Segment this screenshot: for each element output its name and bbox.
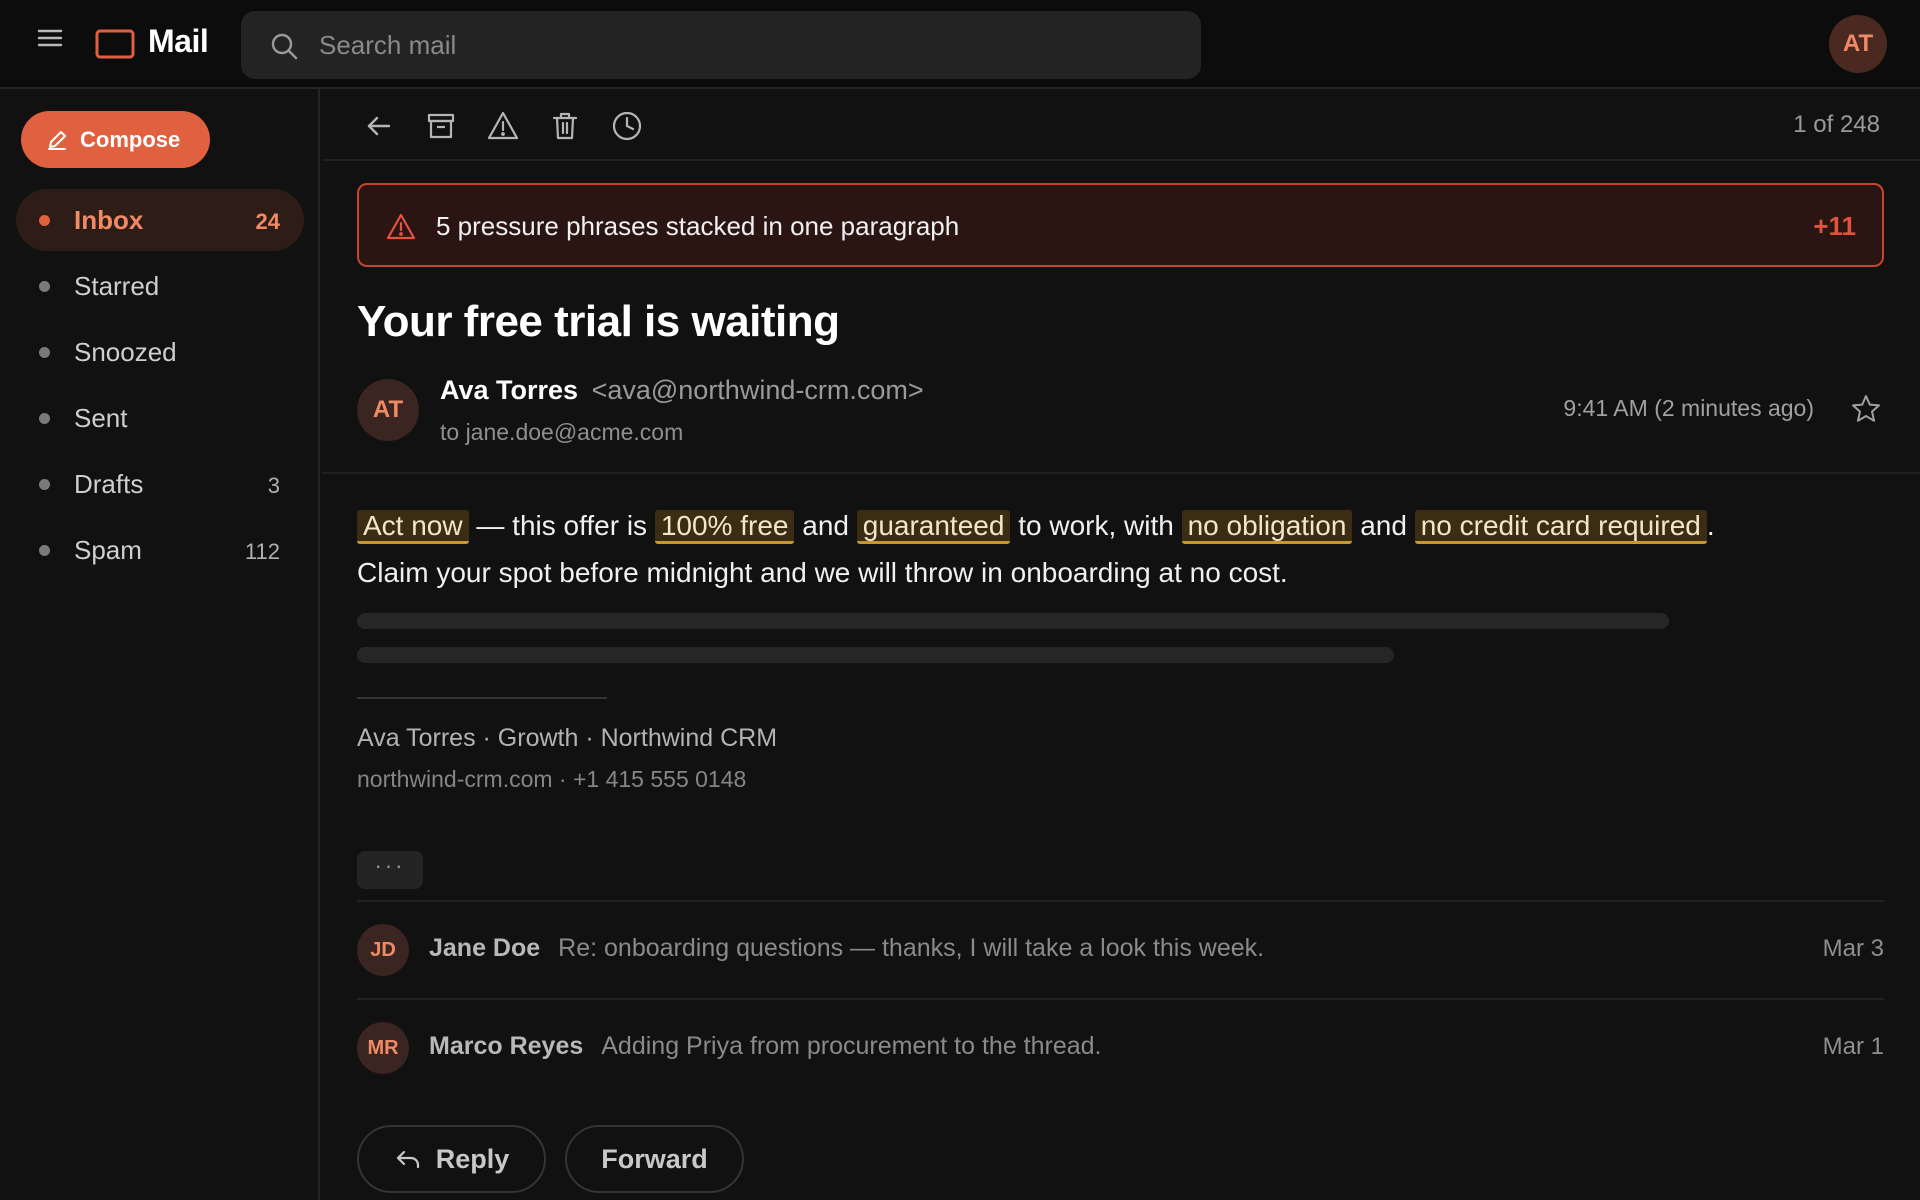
pagination-text: 1 of 248 <box>1793 111 1880 138</box>
thread-sender: Jane Doe <box>429 934 541 962</box>
thread-message[interactable]: JD Jane Doe Re: onboarding questions — th… <box>357 902 1884 998</box>
compose-label: Compose <box>80 126 181 152</box>
highlighted-phrase: 100% free <box>654 510 795 544</box>
reply-label: Reply <box>435 1143 510 1174</box>
sidebar: Compose Inbox 24 Starred Snoozed Sent Dr… <box>0 89 320 1200</box>
email-subject: Your free trial is waiting <box>357 297 840 346</box>
top-bar: Mail AT <box>0 0 1920 89</box>
sidebar-item-label: Snoozed <box>74 337 177 367</box>
pencil-icon <box>46 129 68 151</box>
menu-icon[interactable] <box>35 24 65 52</box>
dot-icon <box>39 479 50 490</box>
report-spam-icon[interactable] <box>486 109 520 143</box>
delete-icon[interactable] <box>548 109 582 143</box>
thread-snippet: Re: onboarding questions — thanks, I wil… <box>558 934 1265 962</box>
pressure-phrase-alert: 5 pressure phrases stacked in one paragr… <box>357 183 1884 267</box>
show-trimmed-content-button[interactable]: ··· <box>357 851 423 889</box>
email-body: Act now — this offer is 100% free and gu… <box>357 502 1757 596</box>
mail-logo-icon <box>95 29 135 59</box>
divider <box>322 472 1920 474</box>
sidebar-item-label: Spam <box>74 535 142 565</box>
search-input[interactable] <box>319 11 1179 79</box>
dot-icon <box>39 347 50 358</box>
thread-sender: Marco Reyes <box>429 1032 584 1060</box>
sender-email: <ava@northwind-crm.com> <box>591 375 924 405</box>
dot-icon <box>39 545 50 556</box>
highlighted-phrase: no credit card required <box>1414 510 1707 544</box>
sidebar-item-spam[interactable]: Spam 112 <box>16 519 304 581</box>
sidebar-item-label: Sent <box>74 403 128 433</box>
email-timestamp: 9:41 AM (2 minutes ago) <box>1563 395 1814 421</box>
message-toolbar: 1 of 248 <box>322 89 1920 161</box>
body-text: — this offer is <box>468 510 655 541</box>
star-icon[interactable] <box>1850 393 1882 425</box>
forward-button[interactable]: Forward <box>565 1125 744 1193</box>
thread-date: Mar 1 <box>1822 1033 1884 1060</box>
reply-arrow-icon <box>394 1145 422 1173</box>
thread-summary: Jane Doe Re: onboarding questions — thank… <box>429 934 1264 963</box>
highlighted-phrase: guaranteed <box>856 510 1011 544</box>
signature-divider <box>357 697 607 699</box>
archive-icon[interactable] <box>424 109 458 143</box>
reply-button[interactable]: Reply <box>357 1125 546 1193</box>
message-view: 1 of 248 5 pressure phrases stacked in o… <box>322 89 1920 1200</box>
unread-count: 24 <box>255 209 280 234</box>
sender-name[interactable]: Ava Torres <box>440 375 578 405</box>
compose-button[interactable]: Compose <box>21 111 210 168</box>
thread-summary: Marco Reyes Adding Priya from procurement… <box>429 1032 1102 1061</box>
body-text: to work, with <box>1010 510 1182 541</box>
snooze-clock-icon[interactable] <box>610 109 644 143</box>
thread-snippet: Adding Priya from procurement to the thr… <box>601 1032 1102 1060</box>
search-bar[interactable] <box>241 11 1201 79</box>
avatar: JD <box>357 924 409 976</box>
sidebar-item-label: Inbox <box>74 205 144 235</box>
search-icon <box>269 31 299 61</box>
thread-date: Mar 3 <box>1822 935 1884 962</box>
sender-line: Ava Torres <ava@northwind-crm.com> <box>440 375 924 406</box>
dot-icon <box>39 215 50 226</box>
signature-contact: northwind-crm.com · +1 415 555 0148 <box>357 766 747 792</box>
unread-count: 112 <box>244 539 280 564</box>
sidebar-item-inbox[interactable]: Inbox 24 <box>16 189 304 251</box>
thread-message[interactable]: MR Marco Reyes Adding Priya from procurem… <box>357 1000 1884 1096</box>
placeholder-line <box>357 647 1394 663</box>
dot-icon <box>39 281 50 292</box>
back-arrow-icon[interactable] <box>362 109 396 143</box>
sidebar-item-label: Drafts <box>74 469 144 499</box>
unread-count: 3 <box>267 473 280 498</box>
highlighted-phrase: Act now <box>357 510 469 544</box>
sender-avatar: AT <box>357 379 419 441</box>
account-avatar[interactable]: AT <box>1829 15 1887 73</box>
recipient-line: to jane.doe@acme.com <box>440 419 684 445</box>
dot-icon <box>39 413 50 424</box>
placeholder-line <box>357 613 1669 629</box>
warning-icon <box>385 211 417 243</box>
app-name: Mail <box>148 23 209 59</box>
sidebar-item-starred[interactable]: Starred <box>16 255 304 317</box>
alert-score: +11 <box>1813 211 1856 241</box>
sidebar-item-snoozed[interactable]: Snoozed <box>16 321 304 383</box>
sidebar-item-sent[interactable]: Sent <box>16 387 304 449</box>
signature-name: Ava Torres · Growth · Northwind CRM <box>357 724 778 752</box>
sidebar-item-drafts[interactable]: Drafts 3 <box>16 453 304 515</box>
body-text: and <box>1352 510 1415 541</box>
forward-label: Forward <box>601 1143 708 1174</box>
body-text: and <box>794 510 857 541</box>
highlighted-phrase: no obligation <box>1181 510 1353 544</box>
alert-message: 5 pressure phrases stacked in one paragr… <box>436 211 960 241</box>
sidebar-item-label: Starred <box>74 271 160 301</box>
avatar: MR <box>357 1022 409 1074</box>
